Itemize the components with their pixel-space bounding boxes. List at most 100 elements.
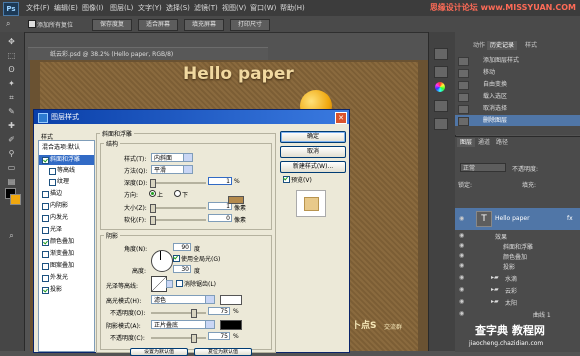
set-default-button[interactable]: 设置为默认值 xyxy=(130,348,188,356)
eraser-tool-icon[interactable]: ▭ xyxy=(5,162,18,173)
color-overlay-checkbox[interactable] xyxy=(42,239,49,246)
drop-shadow-checkbox[interactable] xyxy=(42,287,49,294)
menu-layer[interactable]: 图层(L) xyxy=(110,3,133,13)
highlight-color-swatch[interactable] xyxy=(220,295,242,305)
healing-brush-icon[interactable]: ✚ xyxy=(5,120,18,131)
menu-filter[interactable]: 滤镜(T) xyxy=(194,3,218,13)
gradient-overlay-checkbox[interactable] xyxy=(42,251,49,258)
eye-icon[interactable]: ◉ xyxy=(459,262,464,269)
style-stroke[interactable]: 描边 xyxy=(39,189,94,199)
depth-input[interactable]: 1 xyxy=(208,177,232,185)
technique-select[interactable]: 平滑 xyxy=(151,165,193,174)
shadow-opacity-knob[interactable] xyxy=(191,334,197,343)
crop-tool-icon[interactable]: ⌗ xyxy=(5,92,18,103)
fill-screen-button[interactable]: 填充屏幕 xyxy=(184,19,224,31)
highlight-opacity-knob[interactable] xyxy=(191,309,197,318)
menu-edit[interactable]: 编辑(E) xyxy=(54,3,78,13)
antialias-checkbox[interactable] xyxy=(176,280,183,287)
history-item[interactable]: 取消选择 xyxy=(455,103,580,114)
print-size-button[interactable]: 打印尺寸 xyxy=(230,19,270,31)
menu-type[interactable]: 文字(Y) xyxy=(138,3,162,13)
gloss-contour-preview[interactable] xyxy=(151,276,167,292)
menu-select[interactable]: 选择(S) xyxy=(166,3,190,13)
style-drop-shadow[interactable]: 投影 xyxy=(39,285,94,295)
layer-effects-header[interactable]: ◉ 效果 xyxy=(455,232,580,241)
menu-image[interactable]: 图像(I) xyxy=(82,3,104,13)
layer-row-text[interactable]: ◉ Hello paper fx xyxy=(455,208,580,230)
stamp-tool-icon[interactable]: ⚲ xyxy=(5,148,18,159)
style-texture[interactable]: 纹理 xyxy=(39,177,94,187)
tab-paths[interactable]: 路径 xyxy=(493,138,511,147)
tab-history[interactable]: 历史记录 xyxy=(487,41,518,50)
layer-group-row[interactable]: ◉ ▸▰ 云彩 xyxy=(455,286,580,297)
layer-effect-row[interactable]: ◉ 投影 xyxy=(455,262,580,271)
panel-dock-icon[interactable] xyxy=(434,48,448,60)
tab-actions[interactable]: 动作 xyxy=(470,41,488,50)
shadow-opacity-track[interactable] xyxy=(151,337,206,339)
bevel-style-select[interactable]: 内斜面 xyxy=(151,153,193,162)
bevel-checkbox[interactable] xyxy=(42,157,49,164)
contour-checkbox[interactable] xyxy=(49,168,56,175)
history-item[interactable]: 自由变换 xyxy=(455,79,580,90)
cancel-button[interactable]: 取消 xyxy=(280,146,346,158)
layer-effect-row[interactable]: ◉ 颜色叠加 xyxy=(455,252,580,261)
inner-shadow-checkbox[interactable] xyxy=(42,203,49,210)
menu-file[interactable]: 文件(F) xyxy=(26,3,50,13)
tab-styles[interactable]: 样式 xyxy=(522,41,540,50)
style-gradient-overlay[interactable]: 渐变叠加 xyxy=(39,249,94,259)
soften-slider-knob[interactable] xyxy=(150,216,156,225)
layer-effect-row[interactable]: ◉ 斜面和浮雕 xyxy=(455,242,580,251)
background-color-swatch[interactable] xyxy=(10,194,21,205)
eye-icon[interactable]: ◉ xyxy=(459,310,464,317)
magic-wand-icon[interactable]: ✦ xyxy=(5,78,18,89)
ok-button[interactable]: 确定 xyxy=(280,131,346,143)
actual-pixels-button[interactable]: 保存度复 xyxy=(92,19,132,31)
layer-group-row[interactable]: ◉ ▸▰ 太阳 xyxy=(455,298,580,309)
lasso-tool-icon[interactable]: ʘ xyxy=(5,64,18,75)
history-item[interactable]: 移动 xyxy=(455,67,580,78)
color-panel-icon[interactable] xyxy=(435,82,445,92)
document-tab[interactable]: 纸云彩.psd @ 38.2% (Hello paper, RGB/8) xyxy=(28,47,268,60)
style-outer-glow[interactable]: 外发光 xyxy=(39,273,94,283)
reset-default-button[interactable]: 复位为默认值 xyxy=(194,348,252,356)
size-slider-track[interactable] xyxy=(151,207,206,209)
shadow-mode-select[interactable]: 正片叠底 xyxy=(151,320,215,329)
pattern-overlay-checkbox[interactable] xyxy=(42,263,49,270)
tab-channels[interactable]: 通道 xyxy=(475,138,493,147)
highlight-opacity-input[interactable]: 75 xyxy=(208,307,230,315)
style-pattern-overlay[interactable]: 图案叠加 xyxy=(39,261,94,271)
shadow-opacity-input[interactable]: 75 xyxy=(208,332,230,340)
style-inner-shadow[interactable]: 内阴影 xyxy=(39,201,94,211)
menu-window[interactable]: 窗口(W) xyxy=(250,3,276,13)
texture-checkbox[interactable] xyxy=(49,179,56,186)
menu-help[interactable]: 帮助(H) xyxy=(280,3,305,13)
eye-icon[interactable]: ◉ xyxy=(459,298,464,305)
stroke-checkbox[interactable] xyxy=(42,191,49,198)
layer-adjustment-row[interactable]: ◉ 曲线 1 xyxy=(455,310,580,321)
blend-mode-select[interactable]: 正常 xyxy=(460,163,506,172)
marquee-tool-icon[interactable]: ⬚ xyxy=(5,50,18,61)
style-inner-glow[interactable]: 内发光 xyxy=(39,213,94,223)
eye-icon[interactable]: ◉ xyxy=(459,274,464,281)
eye-icon[interactable]: ◉ xyxy=(459,232,464,239)
eye-icon[interactable]: ◉ xyxy=(459,215,464,222)
highlight-opacity-track[interactable] xyxy=(151,312,206,314)
eye-icon[interactable]: ◉ xyxy=(459,286,464,293)
style-contour[interactable]: 等高线 xyxy=(39,166,94,176)
inner-glow-checkbox[interactable] xyxy=(42,215,49,222)
panel-dock-icon[interactable] xyxy=(434,66,448,78)
history-item[interactable]: 载入选区 xyxy=(455,91,580,102)
style-satin[interactable]: 光泽 xyxy=(39,225,94,235)
style-color-overlay[interactable]: 颜色叠加 xyxy=(39,237,94,247)
tab-layers[interactable]: 图层 xyxy=(457,138,476,147)
chevron-down-icon[interactable] xyxy=(166,280,173,288)
new-style-button[interactable]: 新建样式(W)... xyxy=(280,161,346,173)
zoom-tool-icon-2[interactable]: ⌕ xyxy=(5,230,18,241)
eye-icon[interactable]: ◉ xyxy=(459,242,464,249)
history-item[interactable]: 添加图层样式 xyxy=(455,55,580,66)
altitude-input[interactable]: 30 xyxy=(173,265,191,273)
layer-group-row[interactable]: ◉ ▸▰ 水滴 xyxy=(455,274,580,285)
history-item-selected[interactable]: 删除图层 xyxy=(455,115,580,126)
style-bevel-emboss[interactable]: 斜面和浮雕 xyxy=(39,155,94,165)
eye-icon[interactable]: ◉ xyxy=(459,252,464,259)
